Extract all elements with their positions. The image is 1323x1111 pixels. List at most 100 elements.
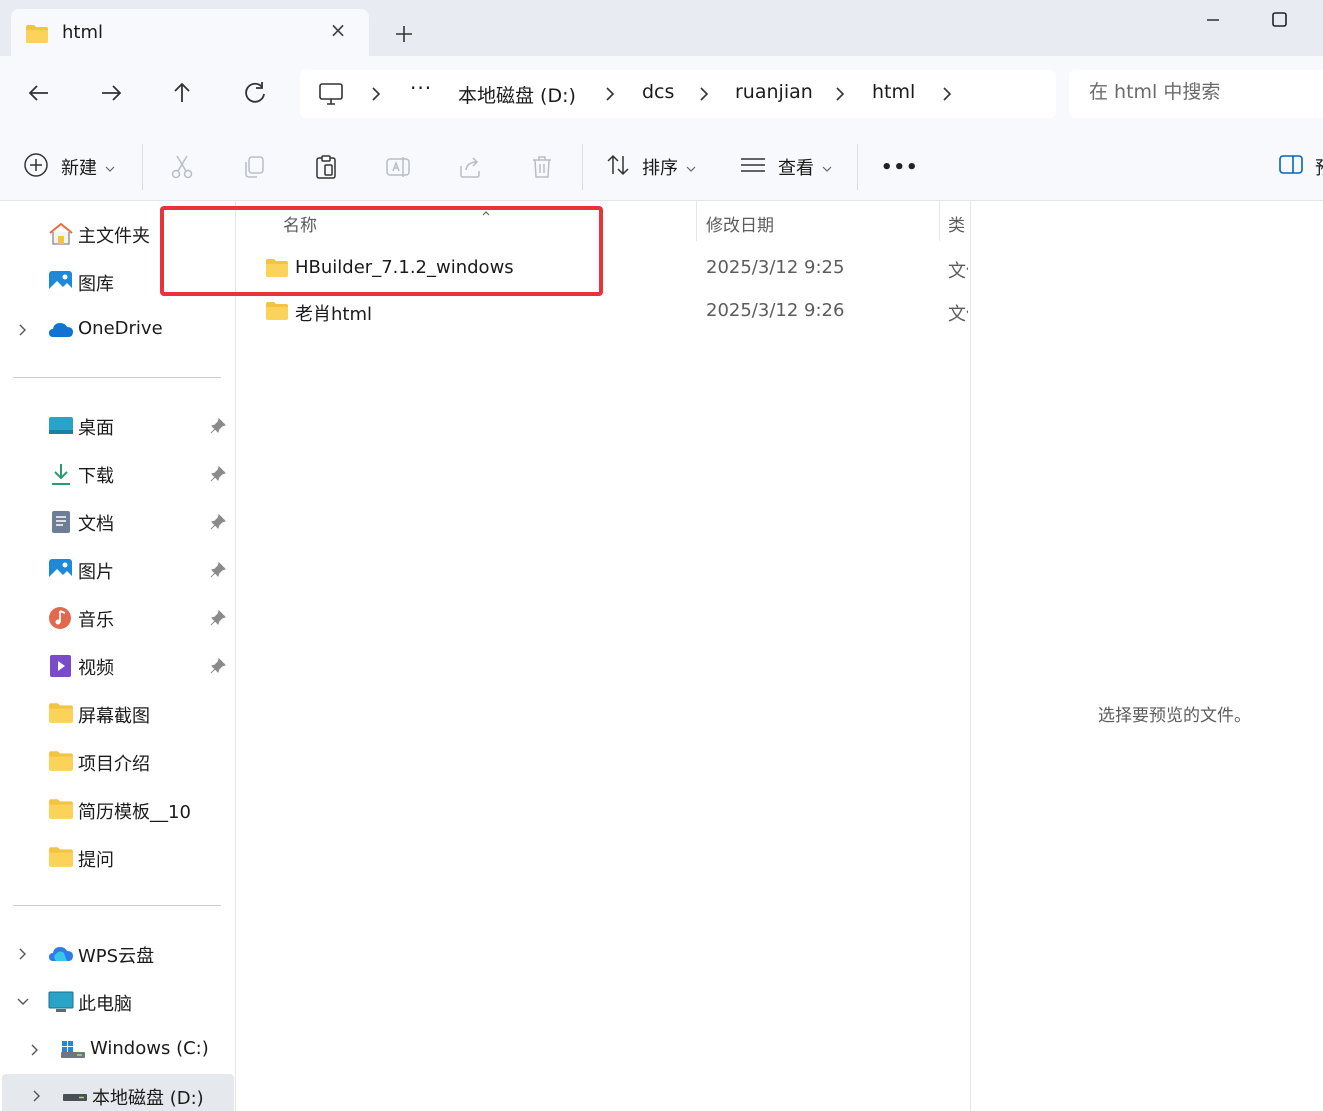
file-row[interactable]: 老肖html 2025/3/12 9:26 文件夹 (236, 292, 970, 332)
sidebar-item-screenshots[interactable]: 屏幕截图 (0, 692, 232, 736)
back-arrow-icon[interactable] (24, 78, 54, 108)
folder-icon (48, 702, 74, 726)
drive-icon (62, 1084, 88, 1108)
computer-icon[interactable] (318, 82, 344, 110)
sidebar-item-onedrive[interactable]: OneDrive (0, 308, 232, 352)
chevron-right-icon[interactable] (832, 84, 848, 104)
minimize-icon[interactable] (1198, 8, 1228, 34)
chevron-right-icon[interactable] (696, 84, 712, 104)
gallery-icon (48, 270, 74, 294)
pin-icon[interactable] (210, 418, 226, 438)
sidebar-item-pictures[interactable]: 图片 (0, 548, 232, 592)
sidebar-item-wps-cloud[interactable]: WPS云盘 (0, 932, 232, 976)
chevron-right-icon[interactable] (16, 322, 28, 342)
wps-cloud-icon (48, 942, 74, 966)
sidebar-item-videos[interactable]: 视频 (0, 644, 232, 688)
navigation-row: ··· 本地磁盘 (D:) dcs ruanjian html (0, 56, 1323, 130)
refresh-icon[interactable] (240, 78, 270, 108)
column-header-type[interactable]: 类 (948, 211, 965, 236)
sidebar-item-documents[interactable]: 文档 (0, 500, 232, 544)
folder-icon (48, 846, 74, 870)
more-options-button[interactable]: ••• (881, 152, 919, 182)
sidebar-item-downloads[interactable]: 下载 (0, 452, 232, 496)
download-icon (48, 462, 74, 486)
sidebar-divider (13, 905, 221, 906)
sidebar-item-label: 图库 (78, 274, 114, 295)
sidebar-item-label: 桌面 (78, 418, 114, 439)
sidebar-item-music[interactable]: 音乐 (0, 596, 232, 640)
new-label: 新建 (61, 158, 97, 179)
sort-button[interactable]: 排序 (606, 152, 696, 182)
pin-icon[interactable] (210, 658, 226, 678)
sidebar-item-label: 项目介绍 (78, 754, 150, 775)
pictures-icon (48, 558, 74, 582)
sidebar-item-label: WPS云盘 (78, 946, 155, 967)
sidebar-item-drive-c[interactable]: Windows (C:) (0, 1028, 232, 1072)
column-divider[interactable] (696, 201, 697, 241)
preview-pane-button[interactable]: 预 (1279, 152, 1323, 182)
folder-icon (48, 798, 74, 822)
cut-icon[interactable] (169, 154, 195, 180)
pin-icon[interactable] (210, 514, 226, 534)
title-bar: html × (0, 0, 1323, 56)
sidebar-item-resume-templates[interactable]: 简历模板__10 (0, 788, 232, 832)
column-divider[interactable] (939, 201, 940, 241)
sidebar-item-drive-d[interactable]: 本地磁盘 (D:) (2, 1074, 234, 1111)
sort-label: 排序 (642, 158, 678, 179)
chevron-right-icon[interactable] (602, 84, 618, 104)
up-arrow-icon[interactable] (167, 78, 197, 108)
search-input[interactable] (1089, 81, 1319, 103)
delete-icon[interactable] (529, 154, 555, 180)
forward-arrow-icon[interactable] (96, 78, 126, 108)
paste-icon[interactable] (313, 154, 339, 180)
file-name: 老肖html (295, 304, 373, 325)
search-box[interactable] (1069, 70, 1323, 118)
sidebar-item-questions[interactable]: 提问 (0, 836, 232, 880)
copy-icon[interactable] (241, 154, 267, 180)
sidebar-item-label: OneDrive (78, 318, 163, 339)
column-header-modified[interactable]: 修改日期 (706, 211, 774, 236)
toolbar-divider (142, 144, 143, 190)
pin-icon[interactable] (210, 466, 226, 486)
new-tab-button[interactable] (390, 20, 418, 48)
chevron-right-icon[interactable] (28, 1042, 40, 1062)
chevron-down-icon[interactable] (16, 994, 30, 1014)
view-label: 查看 (778, 158, 814, 179)
view-button[interactable]: 查看 (740, 152, 832, 182)
pin-icon[interactable] (210, 562, 226, 582)
sidebar-item-label: 主文件夹 (78, 226, 150, 247)
sidebar-item-label: 图片 (78, 562, 114, 583)
chevron-right-icon[interactable] (939, 84, 955, 104)
address-bar[interactable]: ··· 本地磁盘 (D:) dcs ruanjian html (300, 70, 1056, 118)
breadcrumb-ruanjian[interactable]: ruanjian (735, 81, 813, 103)
breadcrumb-html[interactable]: html (872, 81, 915, 103)
folder-icon (25, 24, 49, 48)
breadcrumb-dcs[interactable]: dcs (642, 81, 674, 103)
file-type: 文件夹 (948, 304, 968, 325)
folder-icon (48, 750, 74, 774)
sidebar-item-this-pc[interactable]: 此电脑 (0, 980, 232, 1024)
file-modified: 2025/3/12 9:26 (706, 300, 845, 321)
this-pc-icon (48, 990, 74, 1014)
annotation-highlight-box (160, 206, 603, 296)
sidebar-item-project-intro[interactable]: 项目介绍 (0, 740, 232, 784)
chevron-right-icon[interactable] (16, 946, 28, 966)
sidebar-item-desktop[interactable]: 桌面 (0, 404, 232, 448)
maximize-icon[interactable] (1264, 8, 1294, 34)
preview-empty-message: 选择要预览的文件。 (1098, 706, 1251, 726)
breadcrumb-overflow[interactable]: ··· (410, 76, 432, 100)
pin-icon[interactable] (210, 610, 226, 630)
plus-circle-icon (23, 152, 49, 182)
close-icon[interactable]: × (325, 17, 351, 43)
sidebar-item-label: 屏幕截图 (78, 706, 150, 727)
breadcrumb-drive-d[interactable]: 本地磁盘 (D:) (458, 81, 576, 108)
view-list-icon (740, 153, 766, 181)
chevron-right-icon[interactable] (30, 1088, 42, 1108)
tab-html[interactable]: html × (11, 9, 369, 56)
toolbar-divider (857, 144, 858, 190)
new-button[interactable]: 新建 (23, 152, 115, 182)
preview-label: 预 (1315, 154, 1323, 180)
rename-icon[interactable] (385, 154, 411, 180)
share-icon[interactable] (457, 154, 483, 180)
chevron-right-icon[interactable] (368, 84, 384, 104)
